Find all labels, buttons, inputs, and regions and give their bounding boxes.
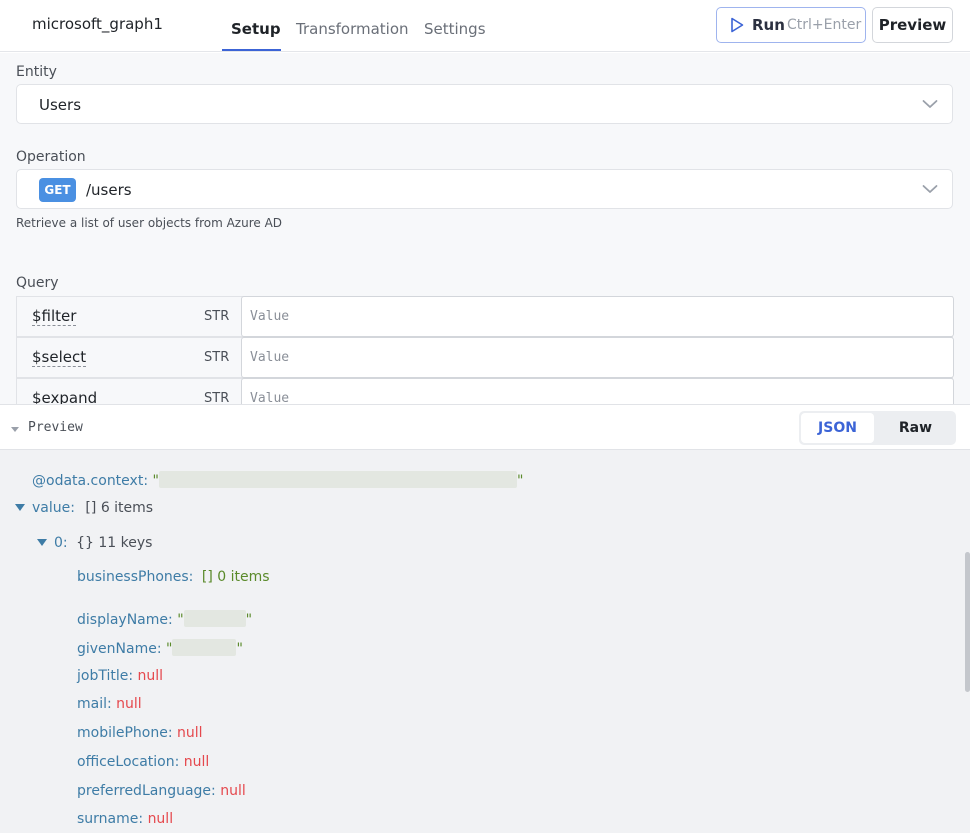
redacted-value bbox=[183, 610, 246, 627]
json-key: @odata.context: bbox=[32, 473, 149, 489]
json-mode-button[interactable]: JSON bbox=[801, 413, 874, 443]
json-count: 0 items bbox=[217, 569, 270, 585]
play-icon bbox=[731, 17, 744, 33]
tab-setup[interactable]: Setup bbox=[231, 20, 281, 38]
json-count: 11 keys bbox=[98, 535, 153, 551]
json-viewer: @odata.context: " " value: [] 6 items 0: … bbox=[0, 450, 970, 833]
http-method-badge: GET bbox=[39, 178, 76, 202]
query-param-value-field bbox=[241, 337, 954, 378]
json-key: businessPhones: bbox=[77, 569, 194, 585]
caret-down-icon[interactable] bbox=[11, 427, 19, 432]
raw-mode-button[interactable]: Raw bbox=[879, 413, 952, 443]
operation-label: Operation bbox=[16, 149, 86, 165]
query-param-type: STR bbox=[204, 309, 230, 324]
query-param-key: $select bbox=[32, 348, 87, 367]
json-string-quote: " bbox=[152, 473, 159, 489]
active-tab-indicator bbox=[222, 49, 281, 51]
json-string-quote: " bbox=[177, 612, 184, 628]
scrollbar-thumb[interactable] bbox=[965, 552, 970, 692]
select-value-input[interactable] bbox=[242, 338, 953, 377]
json-row-null: officeLocation: null bbox=[77, 754, 209, 770]
json-row-null: preferredLanguage: null bbox=[77, 783, 246, 799]
json-row-context: @odata.context: " " bbox=[32, 471, 523, 489]
json-null-value: null bbox=[137, 668, 164, 684]
json-type: [] bbox=[85, 500, 97, 516]
json-key: givenName: bbox=[77, 641, 162, 657]
json-row-display-name: displayName: " " bbox=[77, 610, 252, 628]
run-button[interactable]: Run Ctrl+Enter bbox=[716, 7, 866, 43]
operation-description: Retrieve a list of user objects from Azu… bbox=[16, 216, 283, 230]
json-type: [] bbox=[201, 569, 213, 585]
query-param-type: STR bbox=[204, 350, 230, 365]
query-param-value-field bbox=[241, 296, 954, 337]
json-key: displayName: bbox=[77, 612, 173, 628]
json-key: officeLocation: bbox=[77, 754, 180, 770]
json-key: preferredLanguage: bbox=[77, 783, 216, 799]
json-null-value: null bbox=[116, 696, 142, 712]
json-string-quote: " bbox=[245, 612, 253, 628]
query-param-row: $expand STR bbox=[16, 378, 954, 405]
expand-toggle-icon[interactable] bbox=[15, 504, 25, 511]
json-key: jobTitle: bbox=[77, 668, 134, 684]
query-editor-header: microsoft_graph1 Setup Transformation Se… bbox=[0, 0, 970, 52]
entity-value: Users bbox=[39, 96, 82, 114]
query-param-row: $filter STR bbox=[16, 296, 954, 337]
json-row-given-name: givenName: " " bbox=[77, 639, 243, 657]
operation-select[interactable]: GET /users bbox=[16, 169, 953, 209]
json-key: value: bbox=[32, 500, 75, 516]
query-param-key: $filter bbox=[32, 307, 77, 326]
json-row-value[interactable]: value: [] 6 items bbox=[15, 500, 153, 516]
json-key: mobilePhone: bbox=[77, 725, 173, 741]
query-param-type: STR bbox=[204, 391, 230, 404]
json-row-business-phones: businessPhones: [] 0 items bbox=[77, 569, 270, 585]
expand-value-input[interactable] bbox=[242, 379, 953, 404]
json-null-value: null bbox=[177, 725, 203, 741]
preview-section-label[interactable]: Preview bbox=[28, 420, 83, 435]
json-key: 0: bbox=[54, 535, 68, 551]
json-row-null: mobilePhone: null bbox=[77, 725, 203, 741]
query-param-value-field bbox=[241, 378, 954, 404]
json-row-null: jobTitle: null bbox=[77, 668, 163, 684]
query-param-key: $expand bbox=[32, 390, 97, 405]
expand-toggle-icon[interactable] bbox=[37, 539, 47, 546]
json-string-quote: " bbox=[236, 641, 243, 657]
json-null-value: null bbox=[183, 754, 210, 770]
query-param-row: $select STR bbox=[16, 337, 954, 378]
json-row-null: mail: null bbox=[77, 696, 142, 712]
query-label: Query bbox=[16, 275, 59, 291]
query-name[interactable]: microsoft_graph1 bbox=[32, 15, 163, 33]
entity-select[interactable]: Users bbox=[16, 84, 953, 124]
json-row-null: surname: null bbox=[77, 811, 173, 827]
preview-bar: Preview JSON Raw bbox=[0, 404, 970, 450]
run-shortcut-hint: Ctrl+Enter bbox=[787, 17, 862, 33]
chevron-down-icon bbox=[922, 185, 938, 193]
run-label: Run bbox=[752, 16, 785, 34]
json-count: 6 items bbox=[100, 500, 154, 516]
redacted-value bbox=[172, 639, 237, 656]
json-string-quote: " bbox=[516, 473, 524, 489]
json-key: surname: bbox=[77, 811, 144, 827]
preview-mode-toggle: JSON Raw bbox=[799, 411, 956, 445]
entity-label: Entity bbox=[16, 64, 57, 80]
json-key: mail: bbox=[77, 696, 112, 712]
tab-transformation[interactable]: Transformation bbox=[296, 20, 409, 38]
filter-value-input[interactable] bbox=[242, 297, 953, 336]
preview-button[interactable]: Preview bbox=[872, 7, 953, 43]
tab-settings[interactable]: Settings bbox=[424, 20, 486, 38]
json-row-item[interactable]: 0: {} 11 keys bbox=[37, 535, 152, 551]
setup-panel: Entity Users Operation GET /users Retrie… bbox=[0, 53, 970, 404]
json-type: {} bbox=[76, 535, 94, 551]
chevron-down-icon bbox=[922, 100, 938, 108]
redacted-value bbox=[158, 471, 517, 488]
json-null-value: null bbox=[147, 811, 174, 827]
operation-path: /users bbox=[86, 181, 132, 199]
json-null-value: null bbox=[220, 783, 246, 799]
